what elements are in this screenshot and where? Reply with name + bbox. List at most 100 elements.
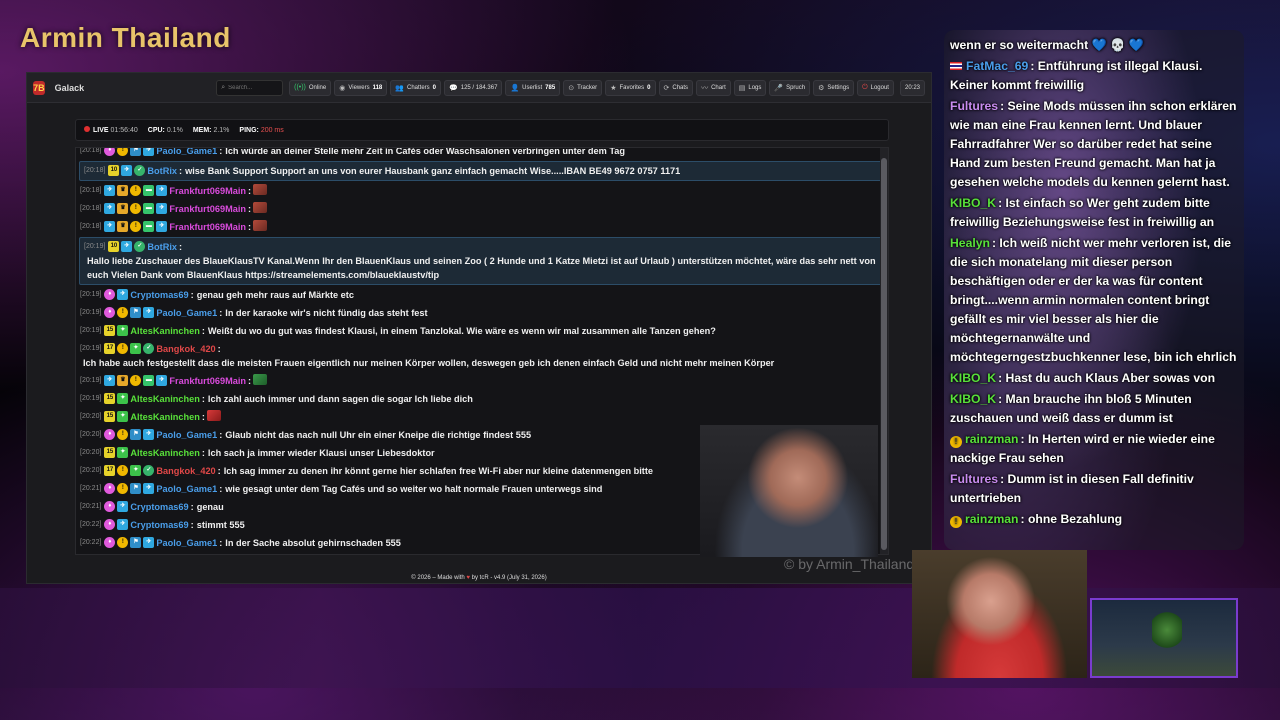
chats-icon: ⟳ [663,84,670,92]
nav-label: Settings [827,84,850,91]
coin-badge-icon: ! [117,429,129,440]
coin-badge-icon: ! [130,221,142,232]
brand-name[interactable]: Galack [55,83,85,93]
chat-message: [20:18] 10 ✈ ✓ BotRix: wise Bank Support Supp… [79,161,885,181]
chat-username[interactable]: Frankfurt069Main [169,374,246,388]
chat-username[interactable]: AltesKaninchen [130,392,199,406]
nav-button-chats[interactable]: ⟳ Chats [658,79,694,96]
sub-badge-icon: ✈ [104,221,116,232]
nav-label: 125 / 184.367 [460,84,498,91]
chat-username[interactable]: Paolo_Game1 [156,306,217,320]
stream-chat-message: ! rainzman: In Herten wird er nie wieder … [950,432,1215,465]
nav-label: Spruch [786,84,806,91]
chat-username[interactable]: Cryptomas69 [130,518,188,532]
chat-username[interactable]: Bangkok_420 [156,342,215,356]
chat-message: [20:19] 15 ✦ AltesKaninchen: Ich zahl auch i… [80,392,473,406]
stream-chat-text: Hast du auch Klaus Aber sowas von [1005,371,1216,385]
emote-icon [253,374,268,385]
nav-button-tracker[interactable]: ⊙ Tracker [563,79,603,96]
message-timestamp: [20:19] [80,309,102,316]
nav-button-logs[interactable]: ▤ Logs [733,79,767,96]
chat-scrollbar[interactable] [880,148,888,554]
logs-icon: ▤ [738,84,746,92]
coin-badge-icon: ! [117,465,129,476]
chat-message-text: Ich sach ja immer wieder Klausi unser Li… [207,448,435,458]
chat-username[interactable]: Cryptomas69 [130,288,188,302]
stream-chat-username: KIBO_K [950,371,997,385]
coin-badge-icon: ! [130,185,142,196]
stream-chat-text: ohne Bezahlung [1027,512,1123,526]
chat-username[interactable]: Cryptomas69 [130,500,188,514]
lvl-badge-icon: 17 [104,465,116,476]
chat-username[interactable]: Frankfurt069Main [169,184,246,198]
users-icon: 👥 [395,84,404,92]
chat-username[interactable]: AltesKaninchen [130,410,199,424]
search-box[interactable]: ⌕ [216,79,284,96]
mod-badge-icon: ⚑ [130,307,142,318]
sub-badge-icon: ✈ [143,429,155,440]
nav-button-userlist[interactable]: 👤 Userlist 785 [505,79,561,96]
chat-message: [20:19] 15 ✦ AltesKaninchen: Weißt du wo du … [80,324,716,338]
chat-username[interactable]: BotRix [147,164,177,178]
chat-username[interactable]: Paolo_Game1 [156,482,217,496]
crown-badge-icon: ♛ [117,203,129,214]
nav-button-viewers[interactable]: ◉ Viewers 118 [334,79,388,96]
chat-username[interactable]: Frankfurt069Main [169,220,246,234]
chat-username[interactable]: Paolo_Game1 [156,428,217,442]
nav-count: 0 [647,84,651,91]
chat-username[interactable]: Bangkok_420 [156,464,215,478]
status-area: LIVE 01:56:40 CPU: 0.1% MEM: 2.1% PING: … [75,119,889,141]
scrollbar-thumb[interactable] [881,158,887,550]
nav-button-favorites[interactable]: ★ Favorites 0 [605,79,656,96]
stream-chat-message: FatMac_69: Entführung ist illegal Klausi… [950,59,1203,92]
search-input[interactable] [228,84,279,91]
chat-username[interactable]: Frankfurt069Main [169,202,246,216]
message-timestamp: [20:20] [80,449,102,456]
clock: 20:23 [899,79,925,96]
top-navbar: 7B Galack ⌕ ((•))Online◉Viewers118👥Chatt… [27,73,931,103]
nav-button-125-184-367[interactable]: 💬 125 / 184.367 [444,79,503,96]
heart-icon: ♥ [466,575,470,581]
chat-message-text: Ich würde an deiner Stelle mehr Zeit in … [225,147,626,156]
nav-button-settings[interactable]: ⚙ Settings [813,79,855,96]
crown-badge-icon: ♛ [117,185,129,196]
chat-username[interactable]: AltesKaninchen [130,446,199,460]
star-badge-icon: ✦ [117,411,129,422]
nav-label: Logout [870,84,889,91]
nav-button-chatters[interactable]: 👥 Chatters 0 [390,79,442,96]
chat-username[interactable]: AltesKaninchen [130,324,199,338]
sub-badge-icon: ✈ [156,375,168,386]
nav-button-chart[interactable]: 〰 Chart [696,79,731,96]
chat-username[interactable]: BotRix [147,240,177,254]
brand-logo: 7B [33,80,45,95]
nav-label: Chats [672,84,689,91]
chat-username[interactable]: Paolo_Game1 [156,148,217,158]
bot-badge-icon: ✓ [134,241,146,252]
stream-chat-message: KIBO_K: Hast du auch Klaus Aber sowas vo… [950,371,1216,385]
nav-button-logout[interactable]: ⏻ Logout [857,79,894,96]
nav-button-online[interactable]: ((•)) Online [289,79,332,96]
stream-chat-username: Fultures [950,99,999,113]
stream-chat-username: KIBO_K [950,392,997,406]
bot-badge-icon: ✓ [143,465,155,476]
nav-button-spruch[interactable]: 🎤 Spruch [769,79,811,96]
nav-label: Online [308,84,327,91]
stream-chat-message: Fultures: Dumm ist in diesen Fall defini… [950,472,1194,505]
vip-badge-icon: ♦ [104,519,116,530]
nav-label: Tracker [577,84,598,91]
sub-badge-icon: ✈ [156,221,168,232]
nav-label: Viewers [348,84,370,91]
chat-message: [20:20] 15 ✦ AltesKaninchen: [76,408,888,426]
sub-badge-icon: ✈ [121,241,133,252]
chat-username[interactable]: Paolo_Game1 [156,536,217,550]
star-badge-icon: ✦ [117,393,129,404]
mod-badge-icon: ⚑ [130,429,142,440]
coin-badge-icon: ! [130,375,142,386]
coin-badge-icon: ! [950,436,962,448]
stream-chat-message: Fultures: Seine Mods müssen ihn schon er… [950,99,1237,189]
sub-badge-icon: ✈ [121,165,133,176]
stream-chat-username: rainzman [965,512,1019,526]
gift-badge-icon: ▬ [143,203,155,214]
sub-badge-icon: ✈ [143,483,155,494]
message-timestamp: [20:19] [80,377,102,384]
